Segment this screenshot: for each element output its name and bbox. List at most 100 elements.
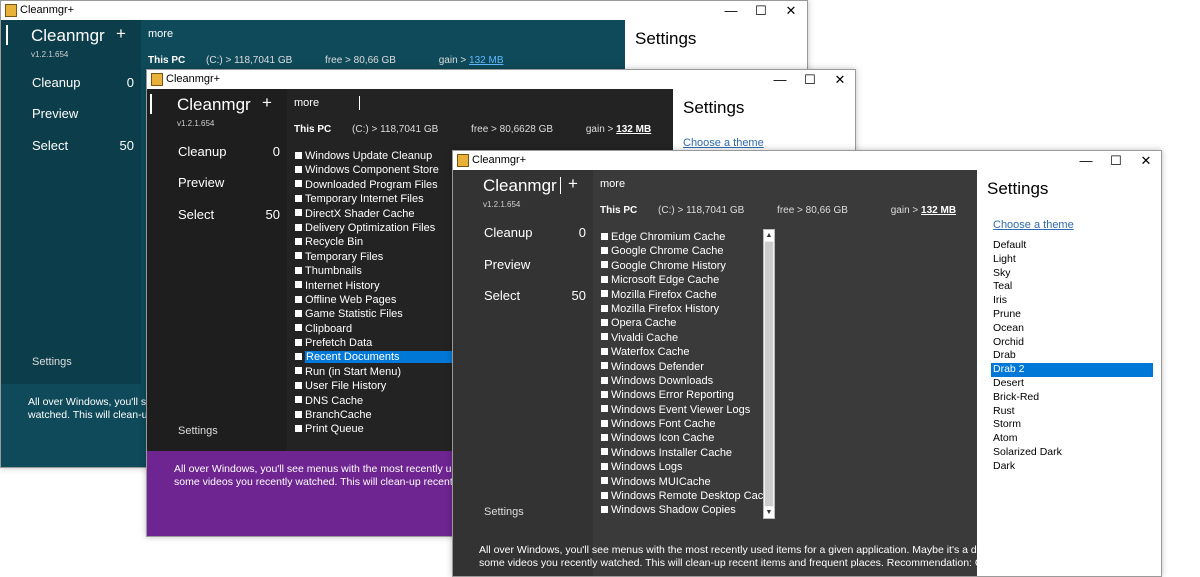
list-item[interactable]: Clipboard xyxy=(295,322,460,336)
item-checkbox[interactable] xyxy=(601,376,608,384)
nav-select[interactable]: Select xyxy=(484,288,520,303)
list-item[interactable]: Downloaded Program Files xyxy=(295,178,460,192)
theme-option[interactable]: Brick-Red xyxy=(991,391,1153,405)
item-checkbox[interactable] xyxy=(601,318,608,326)
list-item[interactable]: Vivaldi Cache xyxy=(601,331,775,345)
list-item[interactable]: Delivery Optimization Files xyxy=(295,221,460,235)
list-item[interactable]: Waterfox Cache xyxy=(601,345,775,359)
list-item[interactable]: User File History xyxy=(295,379,460,393)
add-button[interactable]: + xyxy=(116,24,126,44)
gain-value[interactable]: 132 MB xyxy=(616,124,651,135)
add-button[interactable]: + xyxy=(568,174,578,194)
maximize-icon[interactable]: ☐ xyxy=(795,70,825,89)
item-checkbox[interactable] xyxy=(601,232,608,240)
item-checkbox[interactable] xyxy=(601,347,608,355)
theme-option[interactable]: Drab 2 xyxy=(991,363,1153,377)
list-item[interactable]: Google Chrome History xyxy=(601,259,775,273)
list-item[interactable]: Recycle Bin xyxy=(295,235,460,249)
choose-theme-link[interactable]: Choose a theme xyxy=(993,219,1074,231)
item-checkbox[interactable] xyxy=(295,165,302,173)
choose-theme-link[interactable]: Choose a theme xyxy=(683,137,764,149)
list-item[interactable]: Thumbnails xyxy=(295,264,460,278)
maximize-icon[interactable]: ☐ xyxy=(1101,151,1131,170)
item-checkbox[interactable] xyxy=(601,304,608,312)
chevron-up-icon[interactable]: ▲ xyxy=(764,230,774,241)
more-link[interactable]: more xyxy=(294,97,319,109)
item-checkbox[interactable] xyxy=(295,367,302,375)
theme-option[interactable]: Ocean xyxy=(991,322,1153,336)
theme-option[interactable]: Drab xyxy=(991,349,1153,363)
more-link[interactable]: more xyxy=(600,178,625,190)
title-bar[interactable]: Cleanmgr+ — ☐ ✕ xyxy=(1,1,807,20)
item-checkbox[interactable] xyxy=(295,353,302,361)
item-checkbox[interactable] xyxy=(295,396,302,404)
item-checkbox[interactable] xyxy=(601,290,608,298)
theme-option[interactable]: Light xyxy=(991,253,1153,267)
list-item[interactable]: Google Chrome Cache xyxy=(601,244,775,258)
item-checkbox[interactable] xyxy=(601,390,608,398)
list-item[interactable]: Windows Font Cache xyxy=(601,417,775,431)
item-checkbox[interactable] xyxy=(601,462,608,470)
item-checkbox[interactable] xyxy=(295,180,302,188)
list-item[interactable]: Windows Update Cleanup xyxy=(295,149,460,163)
list-item[interactable]: Windows Installer Cache xyxy=(601,446,775,460)
list-item[interactable]: Windows Component Store xyxy=(295,163,460,177)
item-checkbox[interactable] xyxy=(295,425,302,433)
minimize-icon[interactable]: — xyxy=(716,1,746,20)
minimize-icon[interactable]: — xyxy=(765,70,795,89)
nav-cleanup[interactable]: Cleanup xyxy=(32,75,80,90)
list-item[interactable]: Run (in Start Menu) xyxy=(295,365,460,379)
list-item[interactable]: DNS Cache xyxy=(295,394,460,408)
item-checkbox[interactable] xyxy=(295,194,302,202)
theme-option[interactable]: Rust xyxy=(991,405,1153,419)
gain-value[interactable]: 132 MB xyxy=(921,205,956,216)
close-icon[interactable]: ✕ xyxy=(825,70,855,89)
item-checkbox[interactable] xyxy=(295,266,302,274)
list-item[interactable]: Temporary Internet Files xyxy=(295,192,460,206)
theme-option[interactable]: Atom xyxy=(991,432,1153,446)
list-item[interactable]: Recent Documents xyxy=(295,350,460,364)
theme-option[interactable]: Default xyxy=(991,239,1153,253)
item-checkbox[interactable] xyxy=(295,309,302,317)
item-checkbox[interactable] xyxy=(601,491,608,499)
nav-preview[interactable]: Preview xyxy=(178,175,224,190)
chevron-down-icon[interactable]: ▼ xyxy=(764,507,774,518)
theme-option[interactable]: Prune xyxy=(991,308,1153,322)
title-bar[interactable]: Cleanmgr+ — ☐ ✕ xyxy=(147,70,855,89)
theme-option[interactable]: Desert xyxy=(991,377,1153,391)
list-item[interactable]: Internet History xyxy=(295,279,460,293)
list-item[interactable]: Offline Web Pages xyxy=(295,293,460,307)
list-item[interactable]: Temporary Files xyxy=(295,250,460,264)
item-checkbox[interactable] xyxy=(295,381,302,389)
list-item[interactable]: Mozilla Firefox Cache xyxy=(601,288,775,302)
nav-preview[interactable]: Preview xyxy=(484,257,530,272)
theme-option[interactable]: Orchid xyxy=(991,336,1153,350)
list-item[interactable]: BranchCache xyxy=(295,408,460,422)
item-checkbox[interactable] xyxy=(601,261,608,269)
list-item[interactable]: DirectX Shader Cache xyxy=(295,207,460,221)
add-button[interactable]: + xyxy=(262,93,272,113)
title-bar[interactable]: Cleanmgr+ — ☐ ✕ xyxy=(453,151,1161,170)
item-checkbox[interactable] xyxy=(601,434,608,442)
list-item[interactable]: Windows Event Viewer Logs xyxy=(601,403,775,417)
item-checkbox[interactable] xyxy=(295,209,302,217)
theme-option[interactable]: Solarized Dark xyxy=(991,446,1153,460)
theme-option[interactable]: Teal xyxy=(991,280,1153,294)
theme-option[interactable]: Sky xyxy=(991,267,1153,281)
item-checkbox[interactable] xyxy=(295,295,302,303)
list-item[interactable]: Windows Error Reporting xyxy=(601,388,775,402)
item-checkbox[interactable] xyxy=(601,333,608,341)
list-item[interactable]: Print Queue xyxy=(295,422,460,436)
more-link[interactable]: more xyxy=(148,28,173,40)
scrollbar[interactable]: ▲ ▼ xyxy=(763,229,775,519)
item-checkbox[interactable] xyxy=(295,410,302,418)
theme-option[interactable]: Dark xyxy=(991,460,1153,474)
list-item[interactable]: Game Statistic Files xyxy=(295,307,460,321)
item-checkbox[interactable] xyxy=(601,362,608,370)
list-item[interactable]: Microsoft Edge Cache xyxy=(601,273,775,287)
item-checkbox[interactable] xyxy=(295,237,302,245)
list-item[interactable]: Windows Remote Desktop Cache xyxy=(601,489,775,503)
maximize-icon[interactable]: ☐ xyxy=(746,1,776,20)
nav-select[interactable]: Select xyxy=(32,138,68,153)
item-checkbox[interactable] xyxy=(601,419,608,427)
